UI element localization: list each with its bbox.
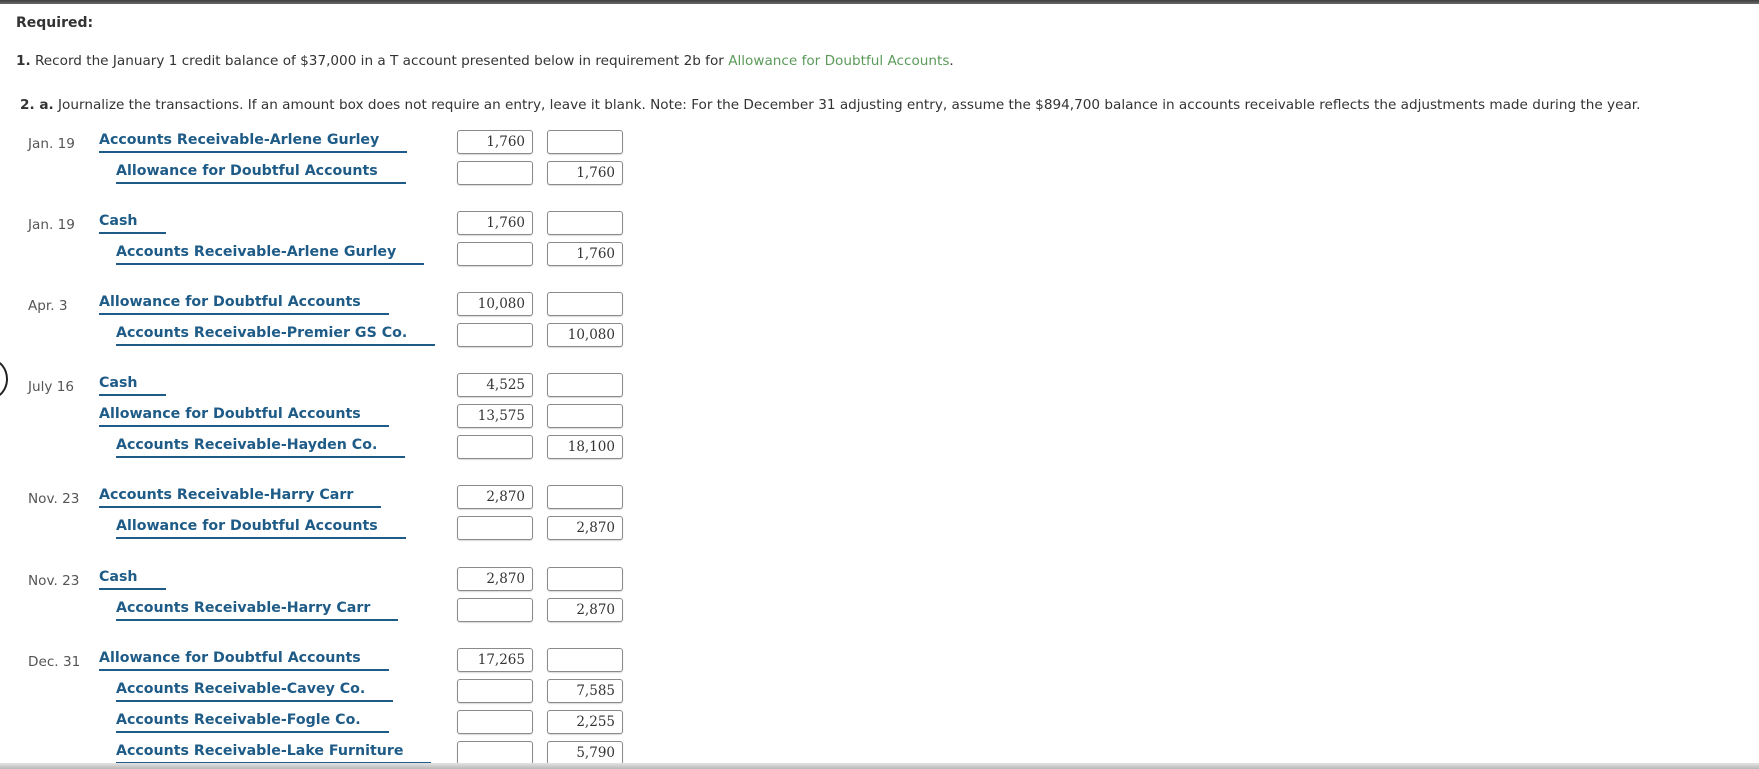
account-field[interactable]: Accounts Receivable-Cavey Co. xyxy=(116,681,394,702)
debit-input[interactable] xyxy=(457,161,533,185)
entry-date: Apr. 3 xyxy=(28,298,68,314)
entry-date: Jan. 19 xyxy=(28,217,75,233)
credit-input[interactable]: 1,760 xyxy=(547,242,623,266)
entry-date: Jan. 19 xyxy=(28,136,75,152)
debit-input[interactable] xyxy=(457,323,533,347)
account-field[interactable]: Cash xyxy=(99,213,166,234)
entry-date: July 16 xyxy=(28,379,75,395)
debit-input[interactable]: 17,265 xyxy=(457,648,533,672)
credit-input[interactable] xyxy=(547,130,623,154)
account-field[interactable]: Cash xyxy=(99,375,166,396)
credit-input[interactable]: 1,760 xyxy=(547,161,623,185)
debit-input[interactable] xyxy=(457,242,533,266)
debit-input[interactable]: 2,870 xyxy=(457,567,533,591)
requirement-1: 1. Record the January 1 credit balance o… xyxy=(16,53,954,69)
credit-input[interactable] xyxy=(547,211,623,235)
partial-circle-icon xyxy=(0,359,8,399)
debit-input[interactable]: 4,525 xyxy=(457,373,533,397)
credit-input[interactable]: 10,080 xyxy=(547,323,623,347)
entry-date: Dec. 31 xyxy=(28,654,81,670)
debit-input[interactable] xyxy=(457,516,533,540)
entry-date: Nov. 23 xyxy=(28,573,80,589)
credit-input[interactable]: 5,790 xyxy=(547,741,623,765)
requirement-2a: 2. a. Journalize the transactions. If an… xyxy=(20,97,1640,113)
credit-input[interactable] xyxy=(547,404,623,428)
debit-input[interactable]: 13,575 xyxy=(457,404,533,428)
credit-input[interactable] xyxy=(547,485,623,509)
account-field[interactable]: Accounts Receivable-Lake Furniture xyxy=(116,743,432,764)
requirement-2a-text: Journalize the transactions. If an amoun… xyxy=(58,97,1641,113)
top-border xyxy=(0,0,1759,4)
account-field[interactable]: Allowance for Doubtful Accounts xyxy=(99,650,389,671)
credit-input[interactable]: 2,870 xyxy=(547,516,623,540)
debit-input[interactable]: 10,080 xyxy=(457,292,533,316)
bottom-border xyxy=(0,763,1759,769)
account-field[interactable]: Accounts Receivable-Fogle Co. xyxy=(116,712,389,733)
credit-input[interactable] xyxy=(547,292,623,316)
account-field[interactable]: Accounts Receivable-Arlene Gurley xyxy=(99,132,408,153)
requirement-1-text: Record the January 1 credit balance of $… xyxy=(34,53,724,69)
requirement-1-end: . xyxy=(949,53,954,69)
account-field[interactable]: Allowance for Doubtful Accounts xyxy=(99,294,389,315)
account-field[interactable]: Accounts Receivable-Hayden Co. xyxy=(116,437,406,458)
credit-input[interactable]: 18,100 xyxy=(547,435,623,459)
credit-input[interactable] xyxy=(547,373,623,397)
credit-input[interactable]: 2,255 xyxy=(547,710,623,734)
debit-input[interactable] xyxy=(457,598,533,622)
debit-input[interactable] xyxy=(457,710,533,734)
credit-input[interactable]: 2,870 xyxy=(547,598,623,622)
debit-input[interactable]: 2,870 xyxy=(457,485,533,509)
debit-input[interactable] xyxy=(457,435,533,459)
required-heading: Required: xyxy=(16,15,94,31)
account-field[interactable]: Accounts Receivable-Harry Carr xyxy=(99,487,382,508)
debit-input[interactable] xyxy=(457,741,533,765)
account-field[interactable]: Accounts Receivable-Arlene Gurley xyxy=(116,244,425,265)
entry-date: Nov. 23 xyxy=(28,491,80,507)
account-field[interactable]: Cash xyxy=(99,569,166,590)
account-field[interactable]: Accounts Receivable-Premier GS Co. xyxy=(116,325,436,346)
allowance-link[interactable]: Allowance for Doubtful Accounts xyxy=(728,53,949,69)
account-field[interactable]: Allowance for Doubtful Accounts xyxy=(116,518,406,539)
account-field[interactable]: Allowance for Doubtful Accounts xyxy=(116,163,406,184)
credit-input[interactable] xyxy=(547,567,623,591)
requirement-2a-number: 2. a. xyxy=(20,97,54,113)
account-field[interactable]: Allowance for Doubtful Accounts xyxy=(99,406,389,427)
debit-input[interactable]: 1,760 xyxy=(457,211,533,235)
credit-input[interactable] xyxy=(547,648,623,672)
debit-input[interactable]: 1,760 xyxy=(457,130,533,154)
debit-input[interactable] xyxy=(457,679,533,703)
credit-input[interactable]: 7,585 xyxy=(547,679,623,703)
requirement-1-number: 1. xyxy=(16,53,31,69)
account-field[interactable]: Accounts Receivable-Harry Carr xyxy=(116,600,399,621)
